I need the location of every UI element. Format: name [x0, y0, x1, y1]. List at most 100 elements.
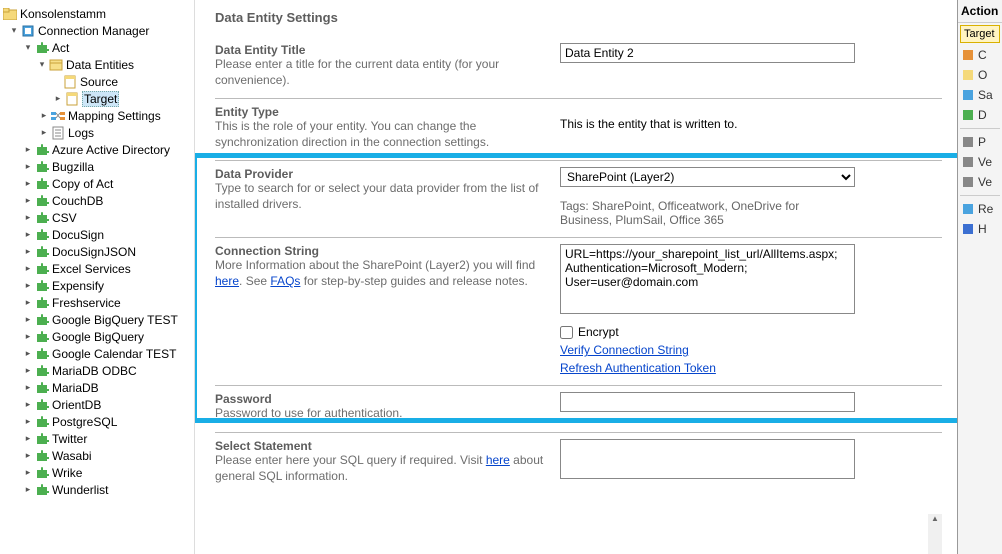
action-item[interactable]: O: [958, 65, 1002, 85]
chevron-right-icon[interactable]: ▸: [22, 467, 34, 478]
chevron-right-icon[interactable]: ▸: [22, 229, 34, 240]
action-icon: [961, 48, 975, 62]
chevron-right-icon[interactable]: ▸: [38, 127, 50, 138]
action-label: Ve: [978, 175, 992, 189]
action-item[interactable]: C: [958, 45, 1002, 65]
tree-target[interactable]: ▸ Target: [0, 90, 194, 107]
logs-label: Logs: [68, 126, 94, 140]
tree-item-label: Expensify: [52, 279, 104, 293]
chevron-right-icon[interactable]: ▸: [22, 178, 34, 189]
chevron-right-icon[interactable]: ▸: [22, 280, 34, 291]
tree-logs[interactable]: ▸ Logs: [0, 124, 194, 141]
arrow-up-icon[interactable]: ▲: [931, 514, 939, 523]
chevron-right-icon[interactable]: ▸: [22, 348, 34, 359]
tree-root[interactable]: Konsolenstamm: [0, 5, 194, 22]
chevron-right-icon[interactable]: ▸: [22, 144, 34, 155]
tree-item[interactable]: ▸Freshservice: [0, 294, 194, 311]
tree-conn-mgr[interactable]: ▾ Connection Manager: [0, 22, 194, 39]
select-textarea[interactable]: [560, 439, 855, 479]
tree-item[interactable]: ▸ Google BigQuery TEST: [0, 311, 194, 328]
act-label: Act: [52, 41, 69, 55]
chevron-right-icon[interactable]: ▸: [38, 110, 50, 121]
tree-item[interactable]: ▸MariaDB ODBC: [0, 362, 194, 379]
page-title: Data Entity Settings: [215, 10, 942, 25]
tree-item-label: Wrike: [52, 466, 82, 480]
tree-item[interactable]: ▸Twitter: [0, 430, 194, 447]
tree-item[interactable]: ▸Copy of Act: [0, 175, 194, 192]
action-item[interactable]: Re: [958, 199, 1002, 219]
action-item[interactable]: Sa: [958, 85, 1002, 105]
tree-item[interactable]: ▸DocuSignJSON: [0, 243, 194, 260]
tree-data-entities[interactable]: ▾ Data Entities: [0, 56, 194, 73]
tree-item[interactable]: ▸Bugzilla: [0, 158, 194, 175]
tree-item[interactable]: ▸Wasabi: [0, 447, 194, 464]
chevron-right-icon[interactable]: ▸: [52, 93, 64, 104]
tree-item[interactable]: ▸ Google BigQuery: [0, 328, 194, 345]
chevron-down-icon[interactable]: ▾: [22, 42, 34, 53]
action-item[interactable]: H: [958, 219, 1002, 239]
tree-item[interactable]: ▸ DocuSign: [0, 226, 194, 243]
verify-link[interactable]: Verify Connection String: [560, 343, 689, 357]
tree-item[interactable]: ▸ Excel Services: [0, 260, 194, 277]
encrypt-label: Encrypt: [578, 325, 619, 339]
tree-source[interactable]: Source: [0, 73, 194, 90]
select-here-link[interactable]: here: [486, 453, 510, 467]
tree-item-label: Google BigQuery TEST: [52, 313, 178, 327]
tree-item[interactable]: ▸Azure Active Directory: [0, 141, 194, 158]
provider-select[interactable]: SharePoint (Layer2): [560, 167, 855, 187]
entity-title-input[interactable]: [560, 43, 855, 63]
chevron-right-icon[interactable]: ▸: [22, 365, 34, 376]
action-icon: [961, 135, 975, 149]
entity-type-value: This is the entity that is written to.: [560, 105, 942, 131]
entity-title-desc: Please enter a title for the current dat…: [215, 57, 550, 88]
tree-act[interactable]: ▾ Act: [0, 39, 194, 56]
tree-mapping[interactable]: ▸ Mapping Settings: [0, 107, 194, 124]
scrollbar[interactable]: ▲▼: [928, 514, 942, 554]
chevron-right-icon[interactable]: ▸: [22, 297, 34, 308]
chevron-right-icon[interactable]: ▸: [22, 263, 34, 274]
chevron-right-icon[interactable]: ▸: [22, 314, 34, 325]
chevron-down-icon[interactable]: ▾: [36, 59, 48, 70]
chevron-right-icon[interactable]: ▸: [22, 433, 34, 444]
tree-item[interactable]: ▸ Expensify: [0, 277, 194, 294]
refresh-link[interactable]: Refresh Authentication Token: [560, 361, 716, 375]
chevron-right-icon[interactable]: ▸: [22, 195, 34, 206]
chevron-right-icon[interactable]: ▸: [22, 161, 34, 172]
chevron-right-icon[interactable]: ▸: [22, 416, 34, 427]
chevron-down-icon[interactable]: ▾: [8, 25, 20, 36]
tree-item[interactable]: ▸CSV: [0, 209, 194, 226]
connstr-textarea[interactable]: [560, 244, 855, 314]
tree-item[interactable]: ▸PostgreSQL: [0, 413, 194, 430]
tree-item[interactable]: ▸ Wrike: [0, 464, 194, 481]
tree-item-label: Excel Services: [52, 262, 131, 276]
tree-item[interactable]: ▸OrientDB: [0, 396, 194, 413]
action-item[interactable]: D: [958, 105, 1002, 125]
connstr-faqs-link[interactable]: FAQs: [270, 274, 300, 288]
tree-item[interactable]: ▸Google Calendar TEST: [0, 345, 194, 362]
chevron-right-icon[interactable]: ▸: [22, 212, 34, 223]
password-input[interactable]: [560, 392, 855, 412]
encrypt-checkbox[interactable]: [560, 326, 573, 339]
tree-item[interactable]: ▸CouchDB: [0, 192, 194, 209]
action-item[interactable]: P: [958, 132, 1002, 152]
tree-item-label: Google BigQuery: [52, 330, 144, 344]
tree-item[interactable]: ▸Wunderlist: [0, 481, 194, 498]
chevron-right-icon[interactable]: ▸: [22, 382, 34, 393]
chevron-right-icon[interactable]: ▸: [22, 399, 34, 410]
puzzle-icon: [34, 465, 50, 481]
action-item[interactable]: Ve: [958, 172, 1002, 192]
chevron-right-icon[interactable]: ▸: [22, 246, 34, 257]
puzzle-icon: [34, 193, 50, 209]
action-label: C: [978, 48, 987, 62]
connstr-here-link[interactable]: here: [215, 274, 239, 288]
tree-item[interactable]: ▸MariaDB: [0, 379, 194, 396]
connection-manager-icon: [20, 23, 36, 39]
action-item[interactable]: Ve: [958, 152, 1002, 172]
chevron-right-icon[interactable]: ▸: [22, 484, 34, 495]
tree-item-label: DocuSign: [52, 228, 104, 242]
chevron-right-icon[interactable]: ▸: [22, 450, 34, 461]
puzzle-icon: [34, 346, 50, 362]
chevron-right-icon[interactable]: ▸: [22, 331, 34, 342]
actions-tab-target[interactable]: Target: [960, 25, 1000, 43]
action-label: D: [978, 108, 987, 122]
